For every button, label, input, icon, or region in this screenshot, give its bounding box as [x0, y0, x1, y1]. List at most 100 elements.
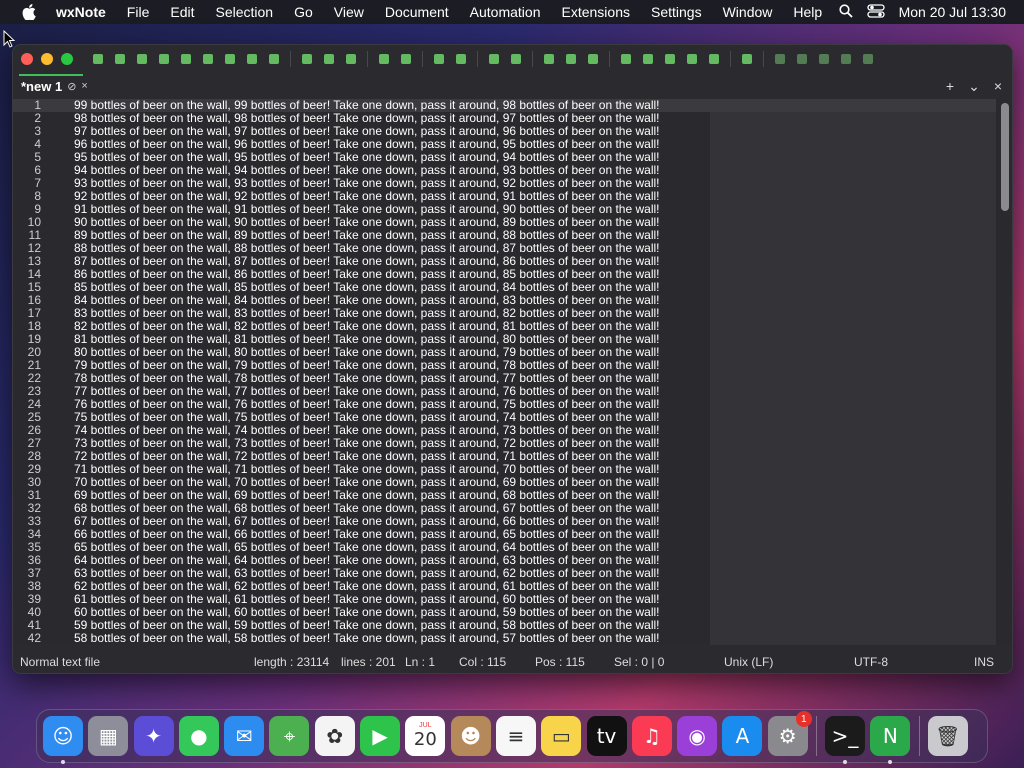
menu-go[interactable]: Go — [294, 4, 313, 20]
dock-trash-icon[interactable]: 🗑 — [927, 716, 968, 756]
menu-edit[interactable]: Edit — [170, 4, 194, 20]
crop-icon[interactable] — [659, 48, 681, 70]
menu-clock[interactable]: Mon 20 Jul 13:30 — [899, 4, 1006, 20]
menu-view[interactable]: View — [334, 4, 364, 20]
editor-line[interactable]: 42 58 bottles of beer on the wall, 58 bot… — [13, 632, 996, 645]
menu-extensions[interactable]: Extensions — [562, 4, 630, 20]
menu-file[interactable]: File — [127, 4, 150, 20]
tab-close-icon[interactable]: × — [81, 80, 87, 92]
status-insert-mode[interactable]: INS — [974, 655, 994, 669]
export-icon[interactable] — [263, 48, 285, 70]
replay-icon[interactable] — [835, 48, 857, 70]
tab-pin-icon[interactable]: ⊘ — [67, 80, 76, 93]
close-tab-button[interactable]: × — [994, 78, 1002, 94]
open-icon[interactable] — [109, 48, 131, 70]
spotlight-search-icon[interactable] — [838, 3, 853, 21]
status-line-endings[interactable]: Unix (LF) — [724, 655, 773, 669]
dock-finder-icon[interactable]: ☺ — [43, 716, 83, 764]
menu-window[interactable]: Window — [723, 4, 773, 20]
window-zoom-button[interactable] — [61, 53, 73, 65]
close-file-icon[interactable] — [197, 48, 219, 70]
dock-messages-icon[interactable]: ● — [178, 716, 219, 756]
dock-notes-icon[interactable]: ▭ — [541, 716, 582, 756]
music-glyph: ♫ — [642, 724, 661, 748]
toolbar-icons — [87, 48, 879, 70]
menu-automation[interactable]: Automation — [470, 4, 541, 20]
dock-facetime-icon[interactable]: ▶ — [360, 716, 401, 756]
dock-mail-icon[interactable]: ✉ — [224, 716, 265, 756]
highlight-icon[interactable] — [450, 48, 472, 70]
dock-music-icon[interactable]: ♫ — [631, 716, 672, 756]
dock-tv-icon[interactable]: tv — [586, 716, 627, 756]
preview-icon[interactable] — [736, 48, 758, 70]
new-file-icon[interactable] — [87, 48, 109, 70]
checklist-icon[interactable] — [637, 48, 659, 70]
dock-terminal-icon[interactable]: >_ — [825, 716, 866, 764]
dock-reminders-icon[interactable]: ≡ — [495, 716, 536, 756]
copy-icon[interactable] — [318, 48, 340, 70]
zoom-out-icon[interactable] — [505, 48, 527, 70]
dock-launchpad-icon[interactable]: ▦ — [88, 716, 129, 756]
folder-icon[interactable] — [681, 48, 703, 70]
menu-selection[interactable]: Selection — [215, 4, 273, 20]
close-all-icon[interactable] — [219, 48, 241, 70]
menu-settings[interactable]: Settings — [651, 4, 702, 20]
tab-list-button[interactable]: ⌄ — [968, 78, 980, 95]
dock-photos-icon[interactable]: ✿ — [314, 716, 355, 756]
siri-glyph: ✦ — [145, 724, 162, 748]
save-icon[interactable] — [153, 48, 175, 70]
running-indicator — [843, 760, 848, 764]
dock-siri-icon[interactable]: ✦ — [133, 716, 174, 756]
status-encoding[interactable]: UTF-8 — [854, 655, 888, 669]
vertical-scrollbar[interactable] — [996, 99, 1012, 645]
dock-maps-icon[interactable]: ⌖ — [269, 716, 310, 756]
dock-separator — [918, 716, 920, 756]
paste-icon[interactable] — [340, 48, 362, 70]
save-macro-icon[interactable] — [857, 48, 879, 70]
zoom-in-icon[interactable] — [483, 48, 505, 70]
finder-glyph: ☺ — [52, 724, 74, 748]
new-tab-button[interactable]: + — [946, 78, 954, 94]
notes-glyph: ▭ — [551, 724, 571, 748]
window-minimize-button[interactable] — [41, 53, 53, 65]
status-position: Pos : 115 — [535, 655, 585, 669]
align-icon[interactable] — [582, 48, 604, 70]
tab-new-1[interactable]: *new 1 ⊘ × — [13, 74, 96, 97]
dock-app-store-icon[interactable]: A — [722, 716, 763, 756]
app-store-glyph: A — [735, 724, 750, 748]
menu-app-name[interactable]: wxNote — [56, 4, 106, 20]
dock: ☺ ▦ ✦ ● ✉ ⌖ ✿ ▶ JUL 20 ☻ ≡ ▭ tv ♫ ◉ A ⚙ 1 >_ N 🗑 — [36, 709, 988, 764]
text-editor[interactable]: 1 99 bottles of beer on the wall, 99 bott… — [13, 99, 996, 645]
dock-contacts-icon[interactable]: ☻ — [450, 716, 491, 756]
dock-calendar-icon[interactable]: JUL 20 — [405, 716, 446, 756]
dock-system-preferences-icon[interactable]: ⚙ 1 — [767, 711, 812, 756]
indent-icon[interactable] — [560, 48, 582, 70]
menu-help[interactable]: Help — [793, 4, 822, 20]
toolbar-separator — [763, 51, 764, 67]
cut-icon[interactable] — [296, 48, 318, 70]
apple-icon[interactable] — [20, 0, 38, 24]
tv-glyph: tv — [596, 724, 617, 748]
dock-podcasts-icon[interactable]: ◉ — [677, 716, 718, 756]
window-close-button[interactable] — [21, 53, 33, 65]
undo-icon[interactable] — [373, 48, 395, 70]
print-icon[interactable] — [241, 48, 263, 70]
record-icon[interactable] — [769, 48, 791, 70]
control-center-icon[interactable] — [866, 3, 885, 21]
line-text[interactable]: 58 bottles of beer on the wall, 58 bottl… — [74, 632, 660, 645]
menu-document[interactable]: Document — [385, 4, 449, 20]
status-lines: lines : 201 — [341, 655, 396, 669]
redo-icon[interactable] — [395, 48, 417, 70]
scrollbar-thumb[interactable] — [1001, 103, 1009, 211]
marker-icon[interactable] — [615, 48, 637, 70]
terminal-icon[interactable] — [703, 48, 725, 70]
find-icon[interactable] — [428, 48, 450, 70]
stop-icon[interactable] — [791, 48, 813, 70]
messages-glyph: ● — [190, 724, 208, 748]
wrap-icon[interactable] — [538, 48, 560, 70]
open-folder-icon[interactable] — [131, 48, 153, 70]
status-column: Col : 115 — [459, 655, 507, 669]
save-all-icon[interactable] — [175, 48, 197, 70]
dock-wxnote-icon[interactable]: N — [870, 716, 911, 764]
play-icon[interactable] — [813, 48, 835, 70]
